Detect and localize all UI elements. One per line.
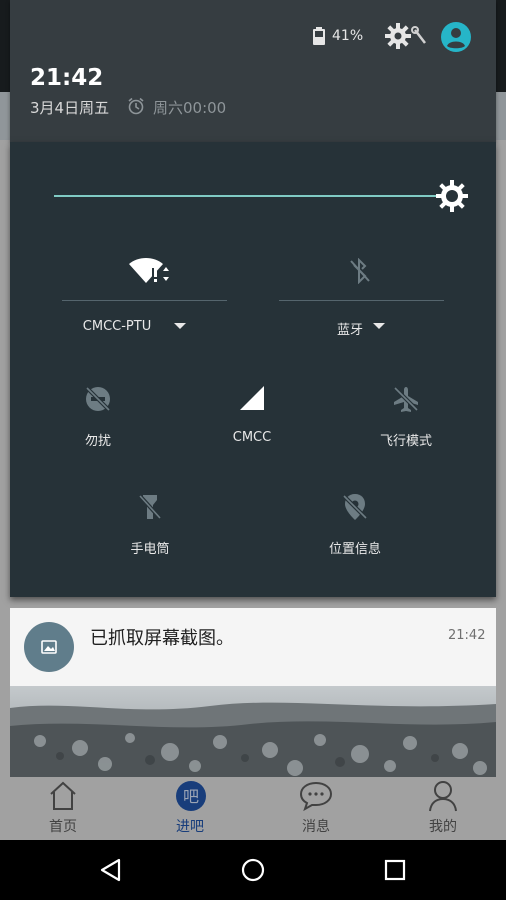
notification-icon-circle [24, 622, 74, 672]
brightness-slider[interactable] [54, 195, 444, 197]
cellular-label[interactable]: CMCC [212, 430, 292, 445]
next-alarm[interactable]: 周六00:00 [153, 97, 226, 118]
gear-icon [385, 23, 411, 49]
seabed-preview-picture [10, 686, 496, 777]
cellular-signal-icon[interactable] [239, 385, 265, 411]
location-label[interactable]: 位置信息 [315, 538, 395, 557]
settings-button[interactable] [384, 22, 434, 50]
recents-icon[interactable] [384, 859, 406, 881]
system-navigation-bar [0, 840, 506, 900]
wifi-label[interactable]: CMCC-PTU [62, 319, 172, 334]
dnd-label[interactable]: 勿扰 [58, 430, 138, 449]
airplane-label[interactable]: 飞行模式 [366, 430, 446, 449]
account-icon[interactable] [441, 22, 471, 52]
wifi-divider [62, 300, 227, 301]
screenshot-notification[interactable]: 已抓取屏幕截图。 21:42 [10, 608, 496, 686]
bluetooth-off-icon[interactable] [348, 258, 372, 284]
bluetooth-divider [279, 300, 444, 301]
clock-time[interactable]: 21:42 [30, 65, 103, 91]
wrench-icon [411, 26, 426, 44]
home-circle-icon[interactable] [241, 858, 265, 882]
alarm-icon [128, 97, 144, 115]
screenshot-preview-image[interactable] [10, 686, 496, 777]
notification-shade-header: 41% 21:42 3月4日周五 周六00:00 [10, 0, 496, 142]
battery-icon [313, 27, 325, 45]
wifi-icon[interactable] [128, 256, 174, 286]
flashlight-off-icon[interactable] [138, 493, 162, 521]
back-icon[interactable] [99, 858, 123, 882]
notification-title: 已抓取屏幕截图。 [90, 628, 234, 649]
battery-percentage: 41% [332, 28, 364, 44]
clock-date[interactable]: 3月4日周五 [30, 97, 109, 118]
bluetooth-dropdown-icon[interactable] [373, 323, 385, 329]
location-off-icon[interactable] [342, 493, 368, 521]
quick-settings-panel: CMCC-PTU 蓝牙 勿扰 CMCC 飞行模式 手电筒 位置信息 [10, 142, 496, 597]
dnd-off-icon[interactable] [84, 385, 112, 413]
notification-time: 21:42 [448, 628, 486, 643]
brightness-icon[interactable] [436, 180, 468, 212]
image-icon [41, 640, 57, 654]
flashlight-label[interactable]: 手电筒 [110, 538, 190, 557]
airplane-off-icon[interactable] [392, 385, 420, 413]
wifi-dropdown-icon[interactable] [174, 323, 186, 329]
